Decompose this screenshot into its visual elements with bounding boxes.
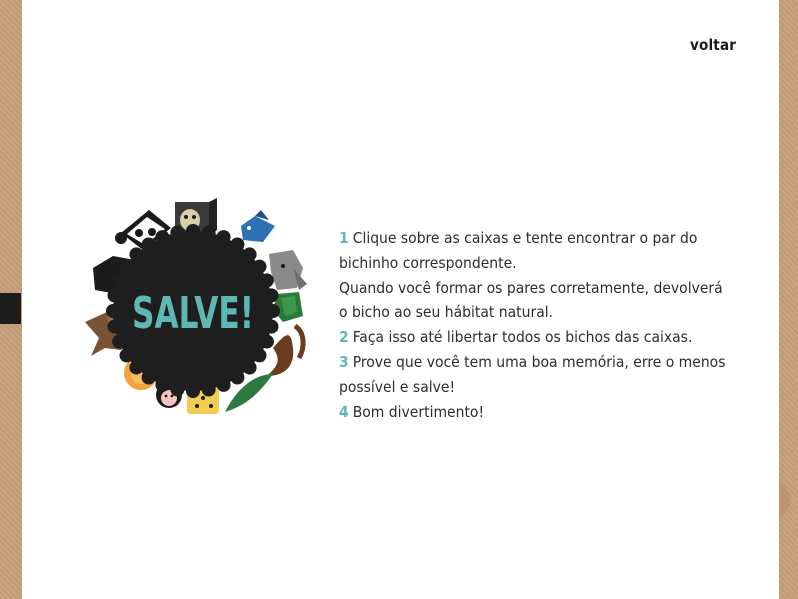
salve-logo-graphic: SALVE! (85, 198, 307, 414)
instruction-line: Quando você formar os pares corretamente… (339, 276, 729, 326)
step-number: 4 (339, 402, 349, 421)
step-number: 3 (339, 352, 349, 371)
step-text: Clique sobre as caixas e tente encontrar… (339, 229, 698, 272)
badge: SALVE! (106, 224, 280, 398)
side-tab[interactable] (0, 293, 21, 324)
step-number: 1 (339, 229, 349, 247)
instruction-line: 2 Faça isso até libertar todos os bichos … (339, 325, 729, 350)
instruction-line: 4 Bom divertimento! (339, 400, 729, 425)
step-text: Bom divertimento! (352, 402, 485, 421)
step-number: 2 (339, 328, 349, 347)
elephant-icon (269, 250, 307, 290)
instructions-list: 1 Clique sobre as caixas e tente encontra… (339, 226, 729, 424)
step-text: Quando você formar os pares corretamente… (339, 278, 723, 322)
back-link[interactable]: voltar (690, 36, 736, 54)
logo-title: SALVE! (132, 288, 254, 339)
instructions-panel: voltar SALVE! 1 Clique sobre as caixas e… (22, 0, 779, 599)
step-text: Faça isso até libertar todos os bichos d… (352, 328, 693, 347)
step-text: Prove que você tem uma boa memória, erre… (339, 352, 726, 396)
blue-fish-icon (241, 210, 275, 242)
instruction-line: 3 Prove que você tem uma boa memória, err… (339, 350, 729, 400)
instruction-line: 1 Clique sobre as caixas e tente encontra… (339, 226, 729, 276)
salve-logo: SALVE! (77, 198, 307, 423)
